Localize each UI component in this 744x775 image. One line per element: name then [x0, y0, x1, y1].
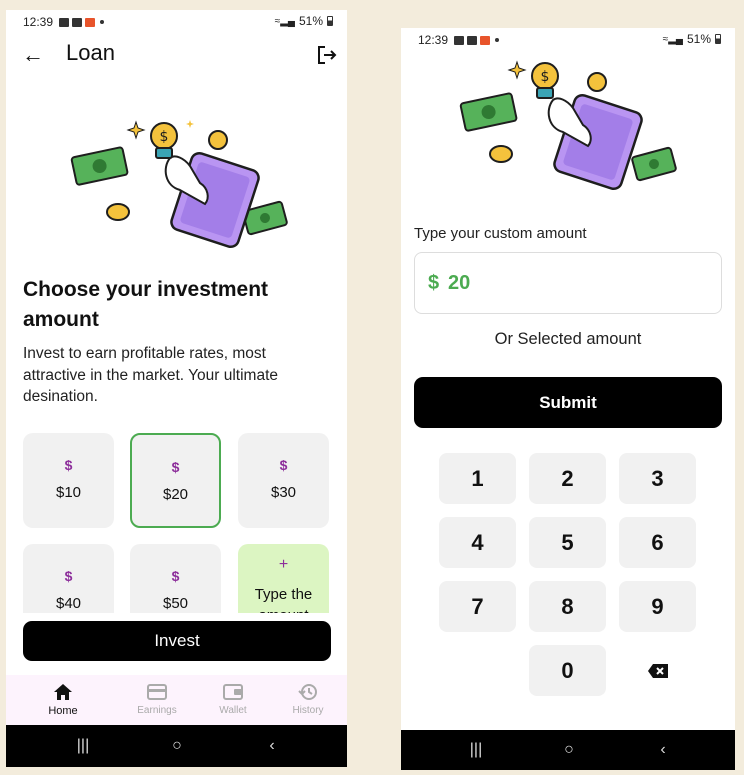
wallet-icon	[223, 684, 243, 700]
nav-item-history[interactable]: History	[268, 675, 347, 725]
key-9[interactable]: 9	[619, 581, 696, 632]
nav-label: Wallet	[219, 705, 247, 716]
app-notification-icon	[480, 35, 491, 45]
key-8[interactable]: 8	[529, 581, 606, 632]
home-icon	[54, 684, 72, 700]
bottom-navigation: Home Earnings Wallet History	[6, 675, 347, 725]
hero-illustration: $	[459, 60, 677, 191]
lightbulb-dollar: $	[150, 122, 178, 159]
folder-notification-icon	[72, 17, 83, 27]
plus-icon: +	[278, 556, 289, 573]
svg-text:$: $	[160, 129, 169, 145]
key-2[interactable]: 2	[529, 453, 606, 504]
wifi-signal-icon: ≈▂▄	[274, 15, 295, 27]
custom-amount-screen: 12:39 ≈▂▄ 51% $ Type your custom amount …	[401, 28, 735, 770]
currency-symbol: $	[428, 272, 440, 294]
dollar-icon: $	[64, 568, 73, 584]
submit-button[interactable]: Submit	[414, 377, 722, 428]
amount-options-grid: $ $10 $ $20 $ $30 $ $40 $ $50 + Type the…	[6, 433, 347, 613]
back-arrow-icon[interactable]: ←	[20, 42, 46, 68]
backspace-icon	[647, 664, 668, 678]
status-time: 12:39	[418, 33, 449, 47]
amount-value: $50	[162, 595, 189, 612]
folder-notification-icon	[467, 35, 478, 45]
home-system-icon[interactable]: ○	[157, 725, 197, 767]
more-notifications-icon	[100, 20, 105, 24]
section-description: Invest to earn profitable rates, most at…	[23, 345, 279, 405]
wifi-signal-icon: ≈▂▄	[662, 33, 683, 45]
key-6[interactable]: 6	[619, 517, 696, 568]
key-0[interactable]: 0	[529, 645, 606, 696]
amount-card[interactable]: $ $10	[23, 433, 114, 528]
battery-icon	[715, 34, 721, 44]
nav-label: History	[292, 705, 324, 716]
sparkle	[126, 120, 146, 140]
svg-text:$: $	[541, 69, 550, 85]
home-system-icon[interactable]: ○	[549, 730, 589, 770]
recent-apps-icon[interactable]: |||	[63, 725, 103, 767]
amount-card-selected[interactable]: $ $20	[130, 433, 221, 528]
amount-value: $30	[270, 484, 297, 501]
key-5[interactable]: 5	[529, 517, 606, 568]
back-system-icon[interactable]: ‹	[252, 725, 292, 767]
system-navigation-bar: ||| ○ ‹	[401, 730, 735, 770]
amount-card[interactable]: $ $50	[130, 544, 221, 613]
nav-label: Home	[48, 705, 78, 717]
dollar-icon: $	[171, 568, 180, 584]
key-4[interactable]: 4	[439, 517, 516, 568]
battery-icon	[327, 16, 333, 26]
recent-apps-icon[interactable]: |||	[456, 730, 496, 770]
system-navigation-bar: ||| ○ ‹	[6, 725, 347, 767]
nav-item-home[interactable]: Home	[23, 675, 103, 725]
gallery-notification-icon	[454, 35, 465, 45]
battery-level: 51%	[298, 14, 323, 28]
invest-button[interactable]: Invest	[23, 621, 331, 661]
history-icon	[298, 684, 317, 700]
custom-amount-prompt: Type your custom amount	[414, 225, 587, 242]
status-bar: 12:39 ≈▂▄ 51%	[6, 10, 347, 34]
money-bill-left	[70, 146, 129, 186]
custom-amount-input[interactable]: $ 20	[414, 252, 722, 314]
status-bar: 12:39 ≈▂▄ 51%	[401, 28, 735, 52]
amount-value: $10	[55, 484, 82, 501]
dollar-icon: $	[171, 459, 180, 475]
custom-amount-label: Type the amount	[254, 586, 313, 613]
more-notifications-icon	[495, 38, 500, 42]
coin-bottom	[106, 203, 130, 221]
gallery-notification-icon	[59, 17, 70, 27]
key-7[interactable]: 7	[439, 581, 516, 632]
nav-item-wallet[interactable]: Wallet	[193, 675, 273, 725]
page-title: Loan	[66, 40, 115, 65]
logout-icon[interactable]	[315, 43, 339, 67]
app-notification-icon	[85, 17, 96, 27]
key-1[interactable]: 1	[439, 453, 516, 504]
amount-card[interactable]: $ $40	[23, 544, 114, 613]
amount-value: $20	[162, 486, 189, 503]
dollar-icon: $	[279, 457, 288, 473]
coin-top	[208, 130, 228, 150]
key-3[interactable]: 3	[619, 453, 696, 504]
status-time: 12:39	[23, 15, 54, 29]
section-heading: Choose your investment amount	[23, 278, 269, 331]
amount-value: $40	[55, 595, 82, 612]
app-bar: ← Loan	[6, 34, 347, 76]
custom-amount-card[interactable]: + Type the amount	[238, 544, 329, 613]
backspace-key[interactable]	[619, 645, 696, 696]
nav-label: Earnings	[137, 705, 177, 716]
hero-illustration: $	[70, 120, 288, 249]
amount-card[interactable]: $ $30	[238, 433, 329, 528]
card-icon	[147, 684, 167, 700]
or-selected-label: Or Selected amount	[494, 330, 642, 348]
battery-level: 51%	[686, 32, 711, 46]
dollar-icon: $	[64, 457, 73, 473]
loan-screen: 12:39 ≈▂▄ 51% ← Loan $ Choose your inves…	[6, 10, 347, 767]
nav-item-earnings[interactable]: Earnings	[117, 675, 197, 725]
back-system-icon[interactable]: ‹	[643, 730, 683, 770]
amount-input-value: 20	[448, 272, 471, 294]
